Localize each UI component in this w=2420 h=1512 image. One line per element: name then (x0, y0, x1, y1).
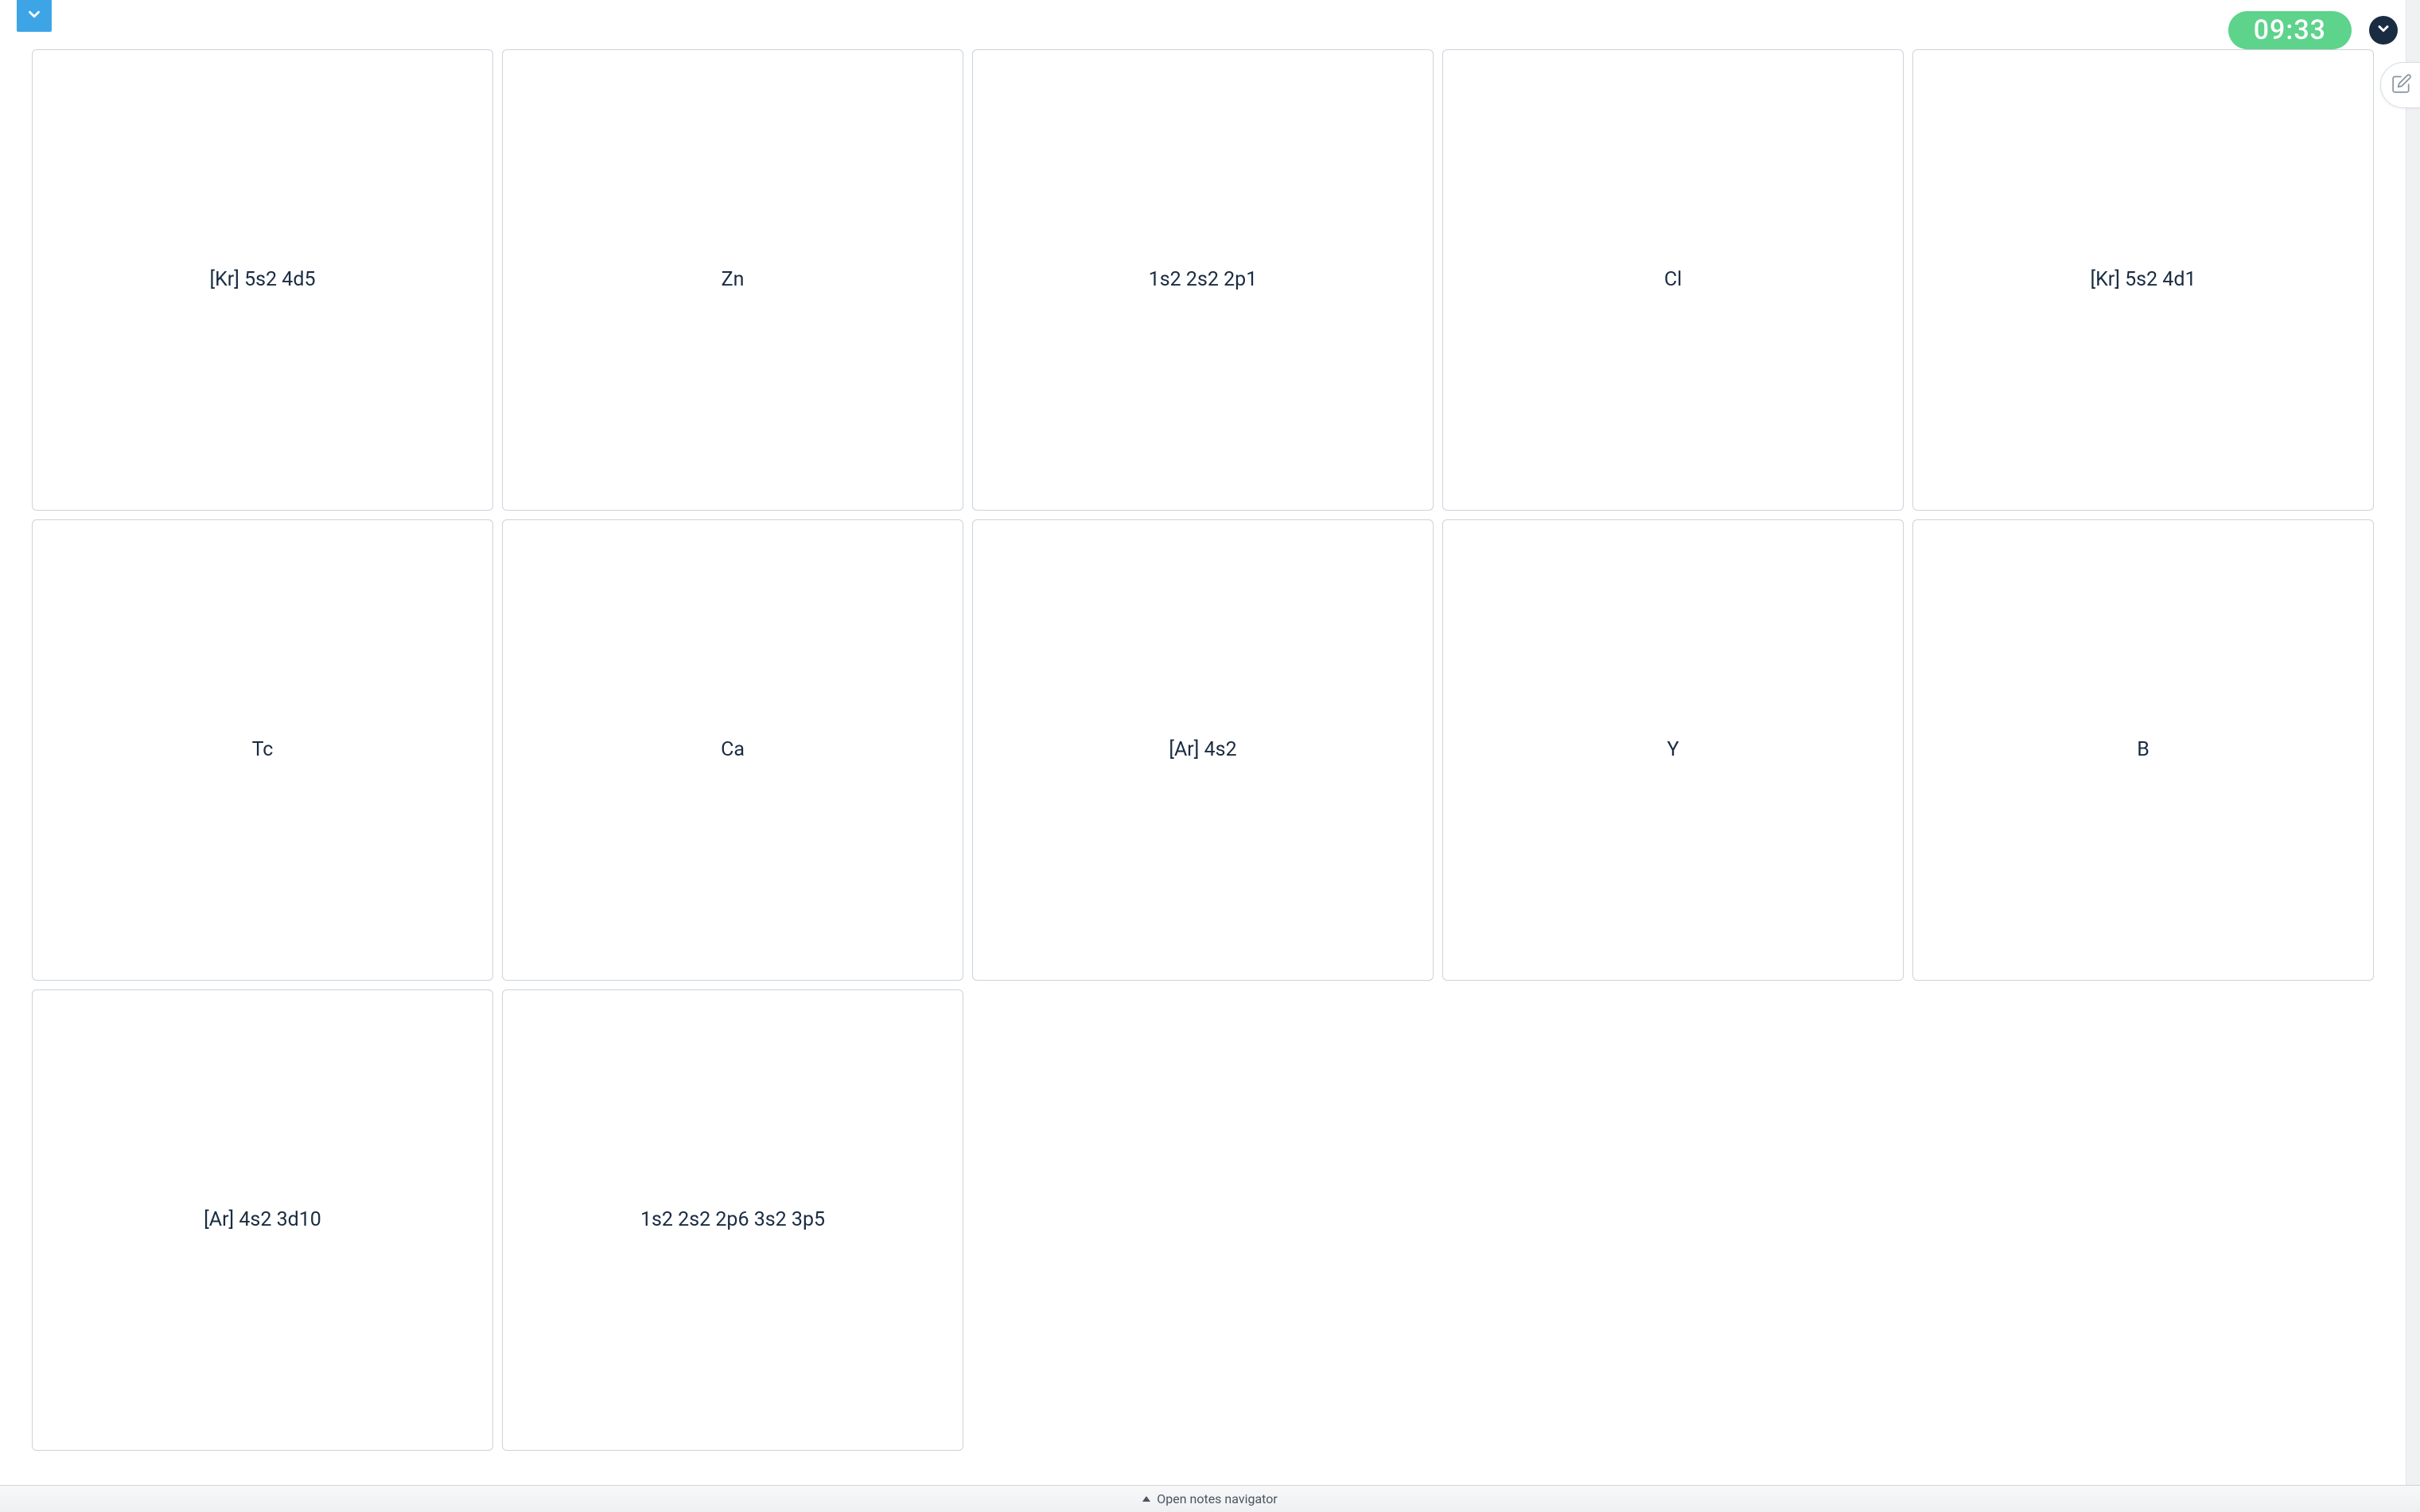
match-card[interactable]: [Kr] 5s2 4d5 (32, 49, 493, 511)
match-card[interactable]: [Ar] 4s2 (972, 519, 1434, 981)
chevron-down-icon (2375, 21, 2391, 40)
collapse-toggle[interactable] (2369, 16, 2398, 45)
notes-navigator-bar[interactable]: Open notes navigator (0, 1485, 2420, 1512)
card-label: Ca (721, 737, 745, 764)
scrollbar-track[interactable] (2406, 0, 2420, 1485)
timer-pill: 09:33 (2228, 11, 2352, 49)
card-label: [Ar] 4s2 3d10 (204, 1207, 321, 1234)
card-label: Cl (1664, 266, 1682, 293)
dropdown-handle[interactable] (17, 0, 52, 32)
match-card[interactable]: Zn (502, 49, 963, 511)
match-card[interactable]: Ca (502, 519, 963, 981)
match-card[interactable]: Y (1442, 519, 1904, 981)
main-area: [Kr] 5s2 4d5 Zn 1s2 2s2 2p1 Cl [Kr] 5s2 … (0, 49, 2406, 1485)
card-label: [Kr] 5s2 4d1 (2090, 266, 2196, 293)
card-label: Y (1667, 737, 1679, 764)
card-label: 1s2 2s2 2p1 (1149, 266, 1258, 293)
match-card[interactable]: 1s2 2s2 2p1 (972, 49, 1434, 511)
chevron-down-icon (25, 6, 43, 26)
card-label: B (2137, 737, 2150, 764)
notes-navigator-label: Open notes navigator (1157, 1491, 1278, 1506)
card-grid: [Kr] 5s2 4d5 Zn 1s2 2s2 2p1 Cl [Kr] 5s2 … (0, 49, 2406, 1451)
match-card[interactable]: [Kr] 5s2 4d1 (1912, 49, 2374, 511)
match-card[interactable]: B (1912, 519, 2374, 981)
top-right-controls: 09:33 (2228, 11, 2398, 49)
card-label: Tc (252, 737, 274, 764)
card-label: Zn (722, 266, 745, 293)
match-card[interactable]: Cl (1442, 49, 1904, 511)
card-label: 1s2 2s2 2p6 3s2 3p5 (640, 1207, 825, 1234)
match-card[interactable]: [Ar] 4s2 3d10 (32, 989, 493, 1451)
triangle-up-icon (1142, 1496, 1150, 1502)
card-label: [Kr] 5s2 4d5 (209, 266, 315, 293)
card-label: [Ar] 4s2 (1169, 737, 1236, 764)
match-card[interactable]: 1s2 2s2 2p6 3s2 3p5 (502, 989, 963, 1451)
top-bar: 09:33 (0, 0, 2420, 49)
match-card[interactable]: Tc (32, 519, 493, 981)
